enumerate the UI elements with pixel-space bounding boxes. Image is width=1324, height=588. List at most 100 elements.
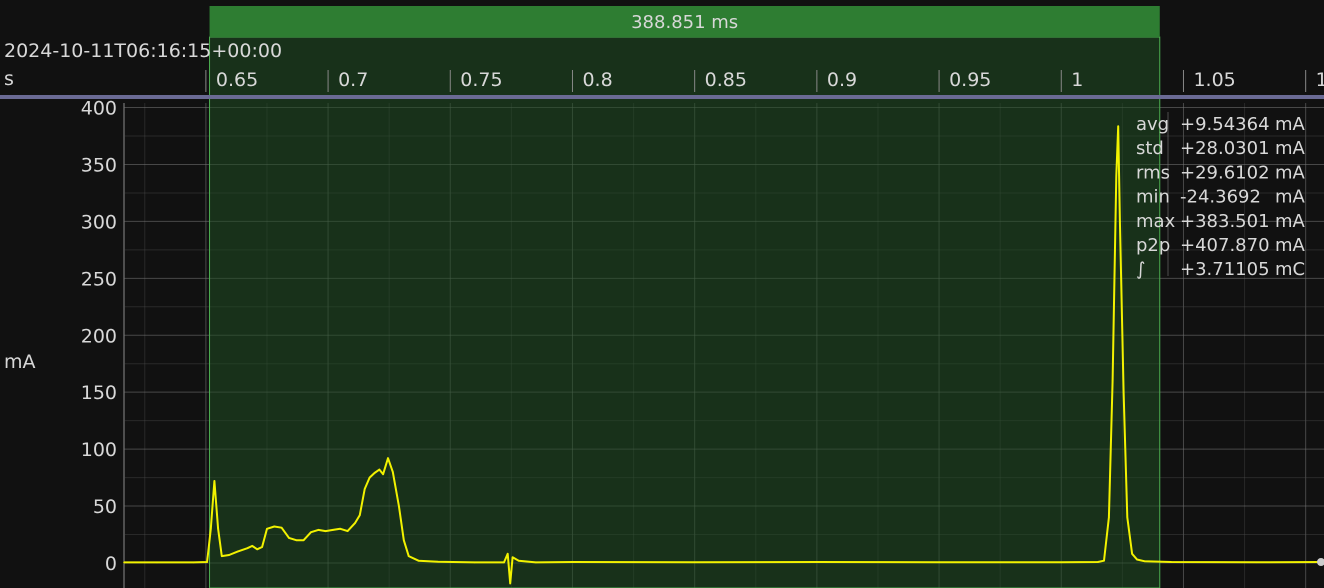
data-point (339, 528, 342, 530)
data-point (378, 468, 381, 471)
data-point (123, 561, 125, 564)
y-tick-label: 200 (81, 325, 117, 347)
data-point (363, 488, 366, 490)
data-point (1122, 391, 1125, 394)
stat-value: +28.0301 (1180, 138, 1270, 159)
y-tick-label: 150 (81, 382, 117, 404)
data-point (288, 537, 290, 539)
stat-name: max (1136, 211, 1176, 232)
y-tick-label: 50 (93, 496, 117, 518)
data-point (354, 522, 356, 524)
data-point (1115, 175, 1118, 177)
x-tick-label: 1 (1071, 69, 1083, 91)
y-axis-label: mA (4, 351, 36, 373)
stat-unit: mA (1275, 187, 1306, 208)
selection-duration-label: 388.851 ms (631, 12, 738, 33)
data-point (280, 526, 283, 529)
data-point (261, 546, 263, 548)
x-axis-divider (0, 95, 1324, 99)
data-point (417, 559, 420, 562)
data-point (1117, 125, 1119, 128)
data-point (1143, 560, 1146, 562)
data-point (156, 561, 158, 564)
data-point (359, 514, 361, 516)
stat-unit: mA (1275, 211, 1306, 232)
selection-region[interactable] (209, 36, 1161, 588)
data-point (693, 561, 696, 564)
power-trace-chart[interactable]: 388.851 ms 2024-10-11T06:16:15+00:00 s 0… (0, 0, 1324, 588)
data-point (1170, 561, 1173, 563)
stat-name: avg (1136, 114, 1169, 135)
stat-unit: mA (1275, 138, 1306, 159)
y-tick-label: 100 (81, 439, 117, 461)
y-tick-label: 300 (81, 211, 117, 233)
data-point (256, 548, 259, 551)
stat-name: min (1136, 187, 1170, 208)
data-point (192, 561, 195, 564)
x-tick-label: 0.75 (460, 69, 502, 91)
stat-name: ∫ (1136, 259, 1145, 280)
y-tick-label: 250 (81, 268, 117, 290)
x-tick-label: 0.9 (827, 69, 857, 91)
y-tick-label: 0 (105, 553, 117, 575)
timestamp-label: 2024-10-11T06:16:15+00:00 (4, 40, 282, 62)
x-tick-label: 0.7 (338, 69, 368, 91)
data-point (535, 561, 537, 564)
data-point (517, 559, 520, 562)
stat-unit: mA (1275, 162, 1306, 183)
data-point (310, 531, 312, 533)
data-point (346, 530, 349, 532)
data-point (473, 561, 476, 564)
data-point (1119, 220, 1121, 223)
data-point (1131, 553, 1133, 555)
data-point (210, 528, 212, 530)
data-point (332, 529, 334, 531)
data-point (302, 539, 305, 541)
x-axis-label: s (4, 68, 14, 90)
stat-unit: mA (1275, 235, 1306, 256)
data-point (503, 561, 505, 564)
stat-unit: mA (1275, 114, 1306, 135)
data-point (1136, 558, 1138, 561)
data-point (1111, 380, 1114, 382)
data-point (228, 554, 230, 556)
data-point (1097, 561, 1099, 563)
stat-value: -24.3692 (1180, 187, 1261, 208)
stat-name: std (1136, 138, 1164, 159)
data-point (938, 561, 940, 563)
data-point (506, 553, 509, 555)
x-tick-label: 0.85 (705, 69, 747, 91)
x-tick-label: 0.8 (582, 69, 612, 91)
data-point (403, 539, 405, 541)
data-point (217, 528, 219, 530)
stat-value: +3.71105 (1180, 259, 1270, 280)
data-point (509, 582, 512, 585)
data-point (368, 476, 371, 479)
x-tick-label: 0.95 (949, 69, 991, 91)
stat-value: +407.870 (1180, 235, 1270, 256)
y-tick-label: 400 (81, 98, 117, 120)
stat-value: +29.6102 (1180, 162, 1270, 183)
data-point (1256, 561, 1258, 564)
stat-name: p2p (1136, 235, 1170, 256)
data-point (324, 530, 327, 532)
data-point (392, 471, 394, 473)
data-point (266, 528, 268, 530)
data-point (1103, 559, 1105, 562)
statistics-panel: avg +9.54364 mAstd +28.0301 mArms +29.6102 mAm… (1136, 112, 1306, 280)
stat-value: +9.54364 (1180, 114, 1270, 135)
y-tick-label: 350 (81, 154, 117, 176)
data-point (273, 525, 276, 528)
data-point (1126, 516, 1129, 519)
data-point (206, 561, 208, 563)
data-point (816, 561, 818, 563)
data-point (251, 545, 254, 547)
data-point (246, 547, 249, 549)
data-point (571, 561, 574, 563)
data-point (213, 480, 216, 482)
x-tick-label: 1.05 (1193, 69, 1235, 91)
data-point (1060, 561, 1063, 564)
data-point (221, 555, 223, 557)
data-point (387, 457, 389, 460)
data-point (317, 529, 320, 531)
